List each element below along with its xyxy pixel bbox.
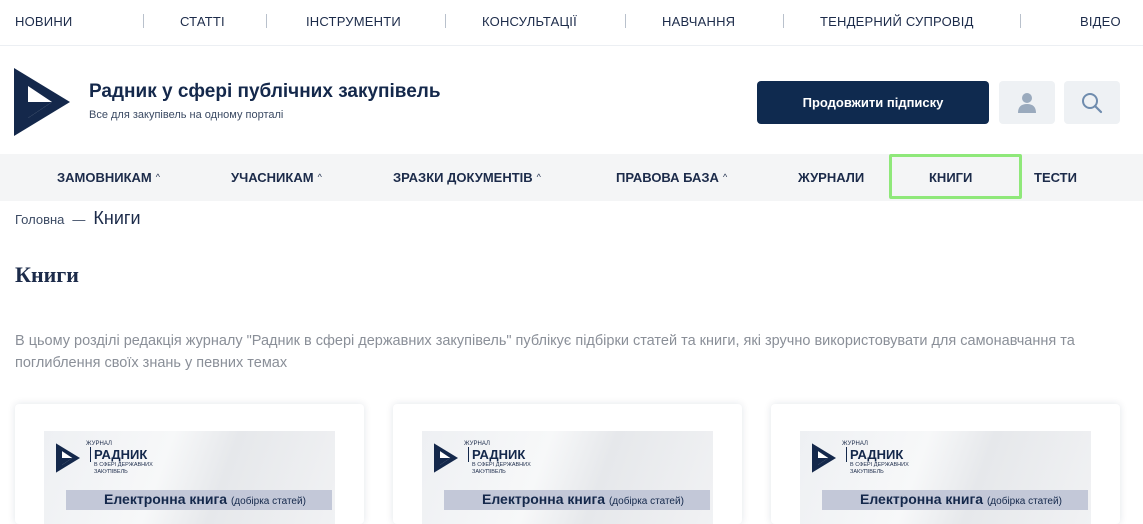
- cover-brand: РАДНИК: [90, 447, 147, 462]
- cover-label: Електронна книга (добірка статей): [482, 491, 684, 507]
- breadcrumb: Головна — Книги: [15, 208, 141, 229]
- cover-brand: РАДНИК: [846, 447, 903, 462]
- top-nav-learning[interactable]: НАВЧАННЯ: [662, 14, 735, 29]
- divider: [143, 14, 144, 28]
- user-icon: [1018, 92, 1036, 113]
- main-nav: ЗАМОВНИКАМ ^ УЧАСНИКАМ ^ ЗРАЗКИ ДОКУМЕНТІВ…: [0, 154, 1143, 201]
- cover-label: Електронна книга (добірка статей): [860, 491, 1062, 507]
- top-nav-video[interactable]: ВІДЕО: [1080, 14, 1121, 29]
- chevron-up-icon: ^: [722, 172, 728, 182]
- nav-document-samples[interactable]: ЗРАЗКИ ДОКУМЕНТІВ ^: [393, 170, 541, 185]
- top-nav-tools[interactable]: ІНСТРУМЕНТИ: [306, 14, 401, 29]
- top-nav-articles[interactable]: СТАТТІ: [180, 14, 225, 29]
- book-cover[interactable]: ЖУРНАЛ РАДНИК В СФЕРІ ДЕРЖАВНИХ ЗАКУПІВЕ…: [422, 431, 713, 524]
- nav-tests[interactable]: ТЕСТИ: [1034, 170, 1077, 185]
- cover-label: Електронна книга (добірка статей): [104, 491, 306, 507]
- user-button[interactable]: [999, 81, 1055, 124]
- book-card[interactable]: ЖУРНАЛ РАДНИК В СФЕРІ ДЕРЖАВНИХ ЗАКУПІВЕ…: [15, 404, 364, 524]
- logo-icon[interactable]: [14, 68, 70, 136]
- divider: [783, 14, 784, 28]
- nav-legal-base[interactable]: ПРАВОВА БАЗА ^: [616, 170, 727, 185]
- divider: [625, 14, 626, 28]
- nav-customers[interactable]: ЗАМОВНИКАМ ^: [57, 170, 160, 185]
- top-nav-consultations[interactable]: КОНСУЛЬТАЦІЇ: [482, 14, 577, 29]
- top-nav-news[interactable]: НОВИНИ: [15, 14, 72, 29]
- search-button[interactable]: [1064, 81, 1120, 124]
- divider: [445, 14, 446, 28]
- book-card[interactable]: ЖУРНАЛ РАДНИК В СФЕРІ ДЕРЖАВНИХ ЗАКУПІВЕ…: [771, 404, 1120, 524]
- breadcrumb-current: Книги: [93, 208, 141, 228]
- search-icon: [1082, 92, 1103, 113]
- page-title: Книги: [15, 262, 79, 287]
- nav-participants[interactable]: УЧАСНИКАМ ^: [231, 170, 322, 185]
- book-cover[interactable]: ЖУРНАЛ РАДНИК В СФЕРІ ДЕРЖАВНИХ ЗАКУПІВЕ…: [800, 431, 1091, 524]
- book-card[interactable]: ЖУРНАЛ РАДНИК В СФЕРІ ДЕРЖАВНИХ ЗАКУПІВЕ…: [393, 404, 742, 524]
- logo-icon: [434, 443, 458, 473]
- cover-brand-sub: В СФЕРІ ДЕРЖАВНИХ ЗАКУПІВЕЛЬ: [94, 462, 153, 475]
- top-nav-tender[interactable]: ТЕНДЕРНИЙ СУПРОВІД: [820, 14, 974, 29]
- cover-brand-sub: В СФЕРІ ДЕРЖАВНИХ ЗАКУПІВЕЛЬ: [472, 462, 531, 475]
- top-nav: НОВИНИ СТАТТІ ІНСТРУМЕНТИ КОНСУЛЬТАЦІЇ Н…: [0, 0, 1143, 46]
- logo-icon: [812, 443, 836, 473]
- chevron-up-icon: ^: [536, 172, 541, 182]
- chevron-up-icon: ^: [317, 172, 322, 182]
- nav-books[interactable]: КНИГИ: [929, 170, 972, 185]
- book-cover[interactable]: ЖУРНАЛ РАДНИК В СФЕРІ ДЕРЖАВНИХ ЗАКУПІВЕ…: [44, 431, 335, 524]
- chevron-up-icon: ^: [155, 172, 160, 182]
- nav-journals[interactable]: ЖУРНАЛИ: [798, 170, 864, 185]
- subscribe-button[interactable]: Продовжити підписку: [757, 81, 989, 124]
- cover-brand: РАДНИК: [468, 447, 525, 462]
- logo-icon: [56, 443, 80, 473]
- site-subtitle: Все для закупівель на одному порталі: [89, 109, 284, 121]
- site-title[interactable]: Радник у сфері публічних закупівель: [89, 81, 441, 103]
- page-intro: В цьому розділі редакція журналу "Радник…: [15, 333, 1075, 371]
- divider: [1020, 14, 1021, 28]
- cover-brand-sub: В СФЕРІ ДЕРЖАВНИХ ЗАКУПІВЕЛЬ: [850, 462, 909, 475]
- divider: [266, 14, 267, 28]
- breadcrumb-separator: —: [72, 212, 86, 227]
- breadcrumb-home[interactable]: Головна: [15, 212, 64, 227]
